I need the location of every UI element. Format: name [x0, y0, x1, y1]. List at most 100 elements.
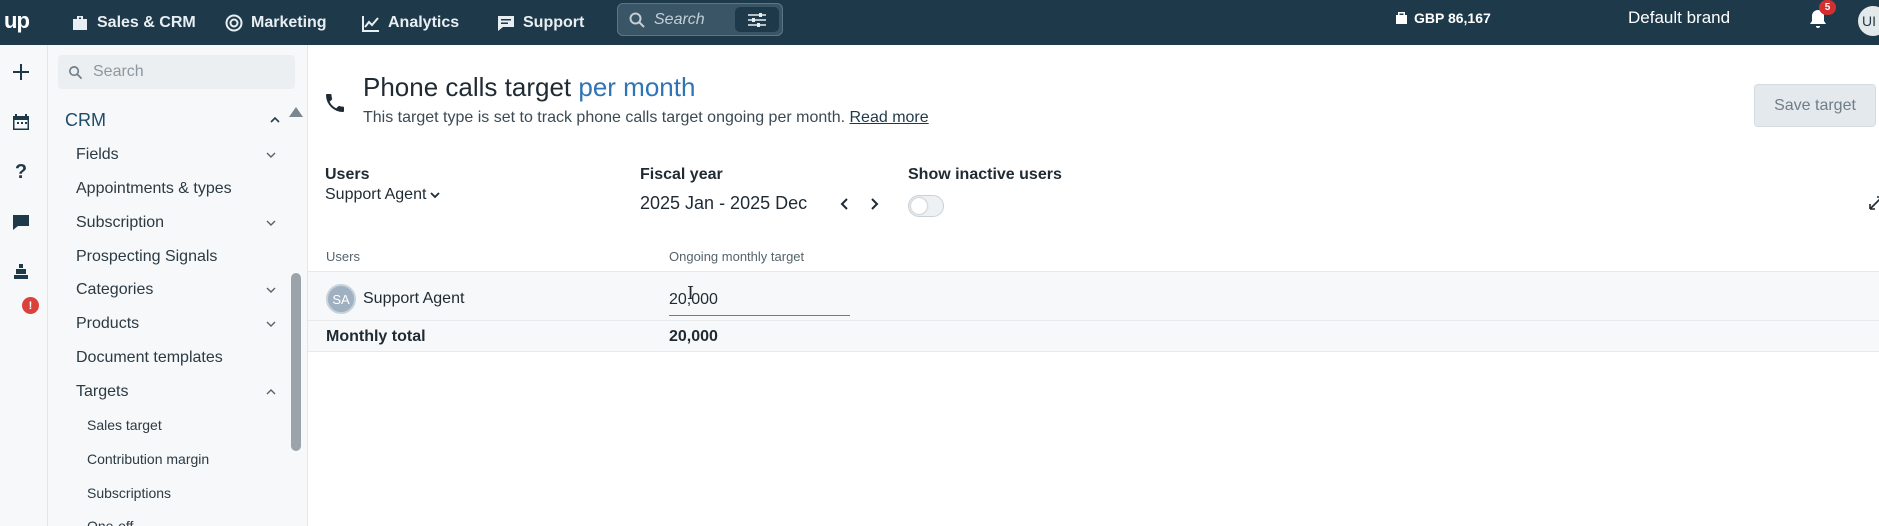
read-more-link[interactable]: Read more	[850, 109, 929, 126]
sidebar-item-label: Prospecting Signals	[76, 248, 218, 265]
nav-support-label: Support	[523, 13, 585, 31]
sidebar-item-label: Appointments & types	[76, 180, 232, 197]
sidebar-item-targets[interactable]: Targets	[76, 380, 276, 404]
brand-selector[interactable]: Default brand	[1628, 0, 1730, 36]
sidebar-subitem-sales-target[interactable]: Sales target	[87, 414, 162, 436]
sidebar-item-label: Categories	[76, 281, 154, 298]
total-row	[308, 321, 1879, 351]
page-description: This target type is set to track phone c…	[363, 109, 929, 127]
sidebar-section-crm[interactable]: CRM	[65, 107, 280, 133]
scroll-up-arrow[interactable]	[289, 107, 303, 117]
sidebar-item-label: Subscription	[76, 214, 165, 231]
avatar: SA	[326, 284, 356, 314]
monthly-total-label: Monthly total	[326, 328, 426, 345]
sidebar-item-fields[interactable]: Fields	[76, 143, 276, 167]
nav-marketing[interactable]: Marketing	[225, 0, 327, 45]
users-filter-value: Support Agent	[325, 186, 427, 203]
save-target-button[interactable]: Save target	[1754, 84, 1876, 127]
global-search-label: Search	[654, 10, 705, 28]
page-description-text: This target type is set to track phone c…	[363, 109, 846, 126]
users-filter-select[interactable]: Support Agent	[325, 186, 441, 204]
line-chart-icon	[362, 15, 379, 32]
fiscal-year-prev-button[interactable]	[836, 193, 854, 215]
table-row	[308, 272, 1879, 320]
account-balance[interactable]: GBP 86,167	[1395, 0, 1491, 36]
chevron-down-icon	[266, 287, 276, 293]
nav-sales-crm[interactable]: Sales & CRM	[71, 0, 196, 45]
sidebar-item-document-templates[interactable]: Document templates	[76, 346, 276, 370]
search-icon	[629, 12, 645, 28]
show-inactive-toggle[interactable]	[908, 195, 944, 217]
chat-icon	[498, 15, 514, 31]
wallet-icon	[1396, 12, 1407, 24]
chevron-down-icon	[266, 152, 276, 158]
monthly-total-value: 20,000	[669, 328, 718, 345]
sliders-icon	[748, 12, 766, 27]
expand-icon[interactable]	[1869, 196, 1879, 210]
column-header-users: Users	[326, 249, 360, 264]
sidebar-subitem-one-off[interactable]: One-off	[87, 515, 133, 526]
icon-rail: ? !	[0, 45, 48, 526]
chevron-down-icon	[266, 220, 276, 226]
sidebar-search[interactable]	[58, 55, 295, 89]
sidebar-scrollbar-thumb[interactable]	[291, 273, 301, 451]
phone-icon	[326, 94, 344, 112]
chevron-down-icon	[266, 321, 276, 327]
page-title: Phone calls target per month	[363, 72, 695, 103]
toggle-knob	[911, 198, 927, 214]
sidebar-item-products[interactable]: Products	[76, 312, 276, 336]
sidebar-search-input[interactable]	[93, 63, 283, 81]
users-filter-label: Users	[325, 166, 370, 183]
search-icon	[69, 65, 83, 79]
notification-count-badge: 5	[1819, 0, 1836, 15]
target-icon	[225, 14, 243, 31]
table-bottom-divider	[308, 351, 1879, 352]
sidebar-item-label: Products	[76, 315, 140, 332]
chevron-up-icon	[270, 116, 280, 123]
chevron-up-icon	[266, 389, 276, 395]
messages-icon[interactable]	[10, 211, 32, 233]
monthly-target-input[interactable]	[669, 284, 850, 316]
user-avatar[interactable]: UI	[1858, 6, 1879, 36]
account-balance-value: GBP 86,167	[1414, 10, 1491, 26]
fiscal-year-label: Fiscal year	[640, 166, 723, 183]
add-icon[interactable]	[10, 61, 32, 83]
sidebar-item-prospecting-signals[interactable]: Prospecting Signals	[76, 245, 276, 269]
settings-sidebar: CRM Fields Appointments & types Subscrip…	[48, 45, 308, 526]
row-user-name: Support Agent	[363, 290, 465, 307]
sidebar-item-label: Targets	[76, 383, 129, 400]
chevron-right-icon	[871, 198, 879, 210]
nav-sales-crm-label: Sales & CRM	[97, 13, 196, 31]
sidebar-item-label: Fields	[76, 146, 119, 163]
nav-marketing-label: Marketing	[251, 13, 327, 31]
fiscal-year-value: 2025 Jan - 2025 Dec	[640, 193, 808, 213]
chevron-down-icon	[430, 192, 441, 199]
page-title-main: Phone calls target	[363, 72, 572, 102]
app-logo[interactable]: up	[4, 8, 30, 34]
sidebar-item-categories[interactable]: Categories	[76, 278, 276, 302]
help-icon[interactable]: ?	[10, 161, 32, 183]
search-filter-button[interactable]	[735, 7, 779, 32]
sidebar-item-label: Document templates	[76, 349, 223, 366]
top-navigation-bar: up Sales & CRM Marketing Analytics Suppo…	[0, 0, 1879, 45]
settings-tools-icon[interactable]	[10, 260, 32, 282]
sidebar-item-subscription[interactable]: Subscription	[76, 211, 276, 235]
nav-analytics-label: Analytics	[388, 13, 460, 31]
fiscal-year-next-button[interactable]	[865, 193, 883, 215]
show-inactive-label: Show inactive users	[908, 166, 1062, 183]
sidebar-item-appointments[interactable]: Appointments & types	[76, 177, 276, 201]
chevron-left-icon	[840, 198, 848, 210]
sidebar-subitem-subscriptions[interactable]: Subscriptions	[87, 482, 171, 504]
sidebar-section-label: CRM	[65, 109, 106, 130]
briefcase-icon	[73, 15, 87, 30]
nav-support[interactable]: Support	[497, 0, 584, 45]
page-title-accent: per month	[578, 72, 696, 102]
sidebar-subitem-contribution-margin[interactable]: Contribution margin	[87, 448, 209, 470]
nav-analytics[interactable]: Analytics	[362, 0, 459, 45]
column-header-monthly-target: Ongoing monthly target	[669, 249, 805, 264]
alert-badge: !	[22, 297, 39, 314]
calendar-icon[interactable]	[10, 111, 32, 133]
main-content: Phone calls target per month This target…	[308, 45, 1879, 526]
global-search[interactable]: Search	[617, 3, 783, 36]
text-cursor-icon: I	[687, 283, 695, 304]
